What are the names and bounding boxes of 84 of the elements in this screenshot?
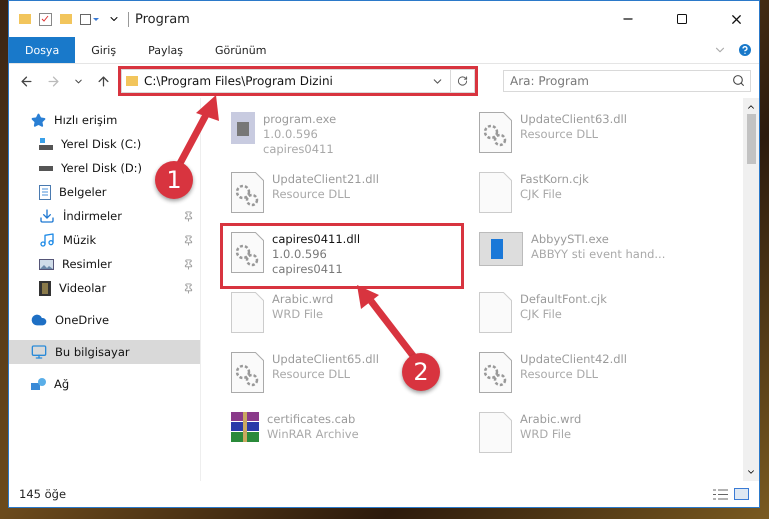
gear-file-icon — [231, 172, 264, 213]
blank-file-icon — [479, 292, 512, 333]
file-detail: CJK File — [520, 187, 563, 202]
file-detail: Resource DLL — [272, 187, 352, 202]
star-icon — [31, 112, 46, 128]
view-options-icon — [80, 14, 100, 24]
file-detail: 1.0.0.596 — [272, 247, 328, 262]
file-detail: Resource DLL — [272, 367, 352, 382]
file-detail: WRD File — [520, 427, 572, 442]
sidebar-item[interactable]: İndirmeler — [9, 204, 200, 228]
computer-icon — [31, 344, 47, 360]
sidebar-item[interactable]: Resimler — [9, 252, 200, 276]
blank-file-icon — [479, 412, 512, 453]
drive-icon — [39, 166, 53, 170]
maximize-icon — [676, 13, 688, 25]
picture-icon — [39, 258, 54, 270]
help-icon[interactable] — [737, 42, 753, 58]
search-field[interactable]: Ara: Program — [503, 70, 751, 92]
file-name: capires0411.dll — [272, 232, 360, 247]
file-name: UpdateClient21.dll — [272, 172, 379, 187]
file-name: UpdateClient42.dll — [520, 352, 627, 367]
gear-file-icon — [231, 232, 264, 273]
file-name: DefaultFont.cjk — [520, 292, 607, 307]
sidebar-item[interactable]: Belgeler — [9, 180, 113, 204]
file-name: AbbyySTI.exe — [531, 232, 610, 247]
sidebar-item[interactable]: Hızlı erişim — [9, 108, 124, 132]
cloud-icon — [31, 312, 47, 328]
blank-file-icon — [479, 172, 512, 213]
gear-file-icon — [231, 352, 264, 393]
window-app-icon — [479, 232, 523, 266]
gear-file-icon — [479, 352, 512, 393]
address-bar[interactable]: C:\Program Files\Program Dizini — [121, 69, 475, 93]
folder-icon — [19, 14, 31, 24]
sidebar-item[interactable]: Yerel Disk (C:) — [9, 132, 148, 156]
window-title: Program — [128, 12, 597, 26]
sidebar-item[interactable]: Bu bilgisayar — [9, 340, 200, 364]
details-view-icon[interactable] — [713, 488, 728, 500]
item-count: 145 öğe — [19, 487, 68, 501]
large-icons-view-icon[interactable] — [734, 488, 749, 500]
forward-arrow-icon — [46, 74, 61, 88]
checklist-icon — [39, 12, 52, 26]
file-detail: capires0411 — [263, 142, 335, 157]
sidebar-item[interactable]: Videolar — [9, 276, 200, 300]
ribbon-tab[interactable]: Görünüm — [199, 37, 282, 63]
gear-file-icon — [479, 112, 512, 153]
folder-icon — [60, 14, 72, 24]
file-detail: WRD File — [272, 307, 324, 322]
music-icon — [39, 232, 55, 248]
step-number-badge: 1 — [155, 161, 193, 199]
network-icon — [31, 378, 46, 390]
file-detail: Resource DLL — [520, 127, 600, 142]
document-icon — [39, 184, 51, 200]
sidebar-item[interactable]: Ağ — [9, 372, 76, 396]
archive-icon — [231, 412, 259, 442]
ribbon-tab[interactable]: Giriş — [75, 37, 132, 63]
ribbon-tab[interactable]: Paylaş — [132, 37, 199, 63]
file-detail: CJK File — [520, 307, 563, 322]
file-name: Arabic.wrd — [272, 292, 334, 307]
folder-icon — [126, 76, 138, 86]
download-icon — [39, 208, 55, 224]
scroll-thumb[interactable] — [746, 114, 756, 164]
search-icon — [732, 74, 745, 87]
file-item[interactable]: capires0411.dll 1.0.0.596 capires0411 — [223, 226, 461, 286]
file-name: FastKorn.cjk — [520, 172, 589, 187]
file-name: program.exe — [263, 112, 336, 127]
refresh-icon — [457, 75, 468, 87]
sidebar-item[interactable]: Yerel Disk (D:) — [9, 156, 148, 180]
file-name: UpdateClient65.dll — [272, 352, 379, 367]
file-name: Arabic.wrd — [520, 412, 582, 427]
file-name: certificates.cab — [267, 412, 356, 427]
sidebar-item[interactable]: Müzik — [9, 228, 200, 252]
installer-icon — [231, 112, 255, 144]
scrollbar[interactable] — [743, 98, 759, 481]
film-icon — [39, 280, 51, 296]
sidebar-item[interactable]: OneDrive — [9, 308, 116, 332]
file-detail: WinRAR Archive — [267, 427, 359, 442]
step-number-badge: 2 — [402, 353, 440, 391]
blank-file-icon — [231, 292, 264, 333]
file-detail: capires0411 — [272, 262, 344, 277]
file-detail: 1.0.0.596 — [263, 127, 319, 142]
file-detail: ABBYY sti event hand... — [531, 247, 666, 262]
file-detail: Resource DLL — [520, 367, 600, 382]
file-name: UpdateClient63.dll — [520, 112, 627, 127]
drive-icon — [39, 138, 53, 150]
